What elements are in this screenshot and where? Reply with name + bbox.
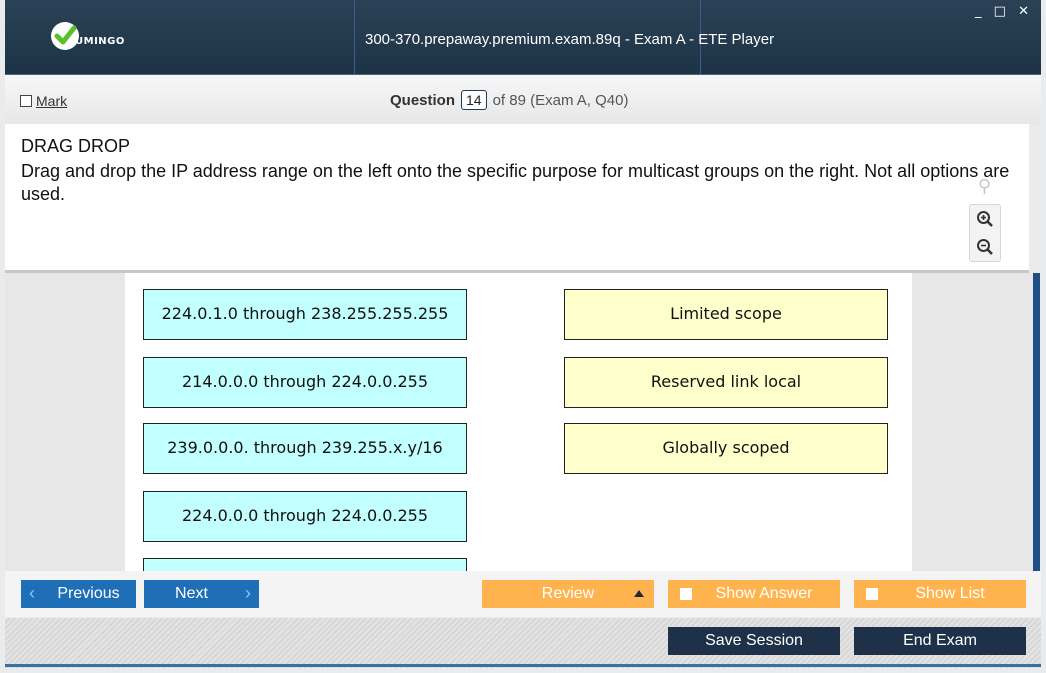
chevron-right-icon: ›: [245, 583, 251, 603]
question-header: Mark Question 14 of 89 (Exam A, Q40): [5, 74, 1041, 125]
vumingo-logo: UMINGO: [51, 22, 151, 54]
drag-drop-canvas: 224.0.1.0 through 238.255.255.255 214.0.…: [125, 273, 912, 571]
question-indicator: Question 14 of 89 (Exam A, Q40): [390, 90, 629, 110]
checkbox-icon[interactable]: [20, 95, 32, 107]
title-separator: [354, 0, 355, 74]
scrollbar[interactable]: [1033, 273, 1040, 571]
save-session-button[interactable]: Save Session: [668, 627, 840, 655]
drag-item[interactable]: [143, 558, 467, 571]
show-list-button[interactable]: Show List: [854, 580, 1026, 608]
question-panel: DRAG DROP Drag and drop the IP address r…: [5, 124, 1029, 273]
bottom-border: [5, 664, 1041, 667]
end-exam-button[interactable]: End Exam: [854, 627, 1026, 655]
drag-item[interactable]: 214.0.0.0 through 224.0.0.255: [143, 357, 467, 408]
checkbox-icon[interactable]: [866, 588, 878, 600]
window-controls[interactable]: _ □ ✕: [975, 4, 1033, 19]
question-type: DRAG DROP: [21, 136, 131, 156]
zoom-out-icon[interactable]: [970, 233, 1000, 261]
question-total: of 89 (Exam A, Q40): [492, 91, 629, 109]
review-button[interactable]: Review: [482, 580, 654, 608]
footer-bar: Save Session End Exam: [5, 618, 1041, 668]
window-title: 300-370.prepaway.premium.exam.89q - Exam…: [365, 31, 775, 48]
mark-checkbox[interactable]: Mark: [20, 93, 67, 109]
next-label: Next: [175, 585, 208, 602]
logo-text: UMINGO: [75, 36, 125, 47]
question-number-input[interactable]: 14: [461, 90, 487, 110]
drop-target[interactable]: Limited scope: [564, 289, 888, 340]
drop-target[interactable]: Globally scoped: [564, 423, 888, 474]
previous-label: Previous: [57, 585, 120, 602]
drag-item[interactable]: 224.0.0.0 through 224.0.0.255: [143, 491, 467, 542]
question-label: Question: [390, 91, 456, 109]
zoom-controls: [969, 204, 1001, 262]
previous-button[interactable]: ‹ Previous: [21, 580, 136, 608]
checkbox-icon[interactable]: [680, 588, 692, 600]
mark-label: Mark: [36, 93, 68, 109]
question-text: Drag and drop the IP address range on th…: [21, 161, 1010, 204]
next-button[interactable]: Next ›: [144, 580, 259, 608]
app-window: UMINGO 300-370.prepaway.premium.exam.89q…: [0, 0, 1046, 673]
navigation-bar: ‹ Previous Next › Review Show Answer Sho…: [5, 571, 1041, 617]
show-answer-label: Show Answer: [715, 585, 813, 602]
drag-item[interactable]: 224.0.1.0 through 238.255.255.255: [143, 289, 467, 340]
drag-item[interactable]: 239.0.0.0. through 239.255.x.y/16: [143, 423, 467, 474]
search-icon: ⚲: [977, 176, 991, 197]
show-list-label: Show List: [915, 585, 985, 602]
drop-target[interactable]: Reserved link local: [564, 357, 888, 408]
drag-drop-area: 224.0.1.0 through 238.255.255.255 214.0.…: [5, 273, 1033, 571]
show-answer-button[interactable]: Show Answer: [668, 580, 840, 608]
review-label: Review: [541, 585, 595, 602]
caret-up-icon: [634, 590, 644, 597]
chevron-left-icon: ‹: [29, 583, 35, 603]
title-bar: UMINGO 300-370.prepaway.premium.exam.89q…: [5, 0, 1041, 74]
zoom-in-icon[interactable]: [970, 205, 1000, 233]
